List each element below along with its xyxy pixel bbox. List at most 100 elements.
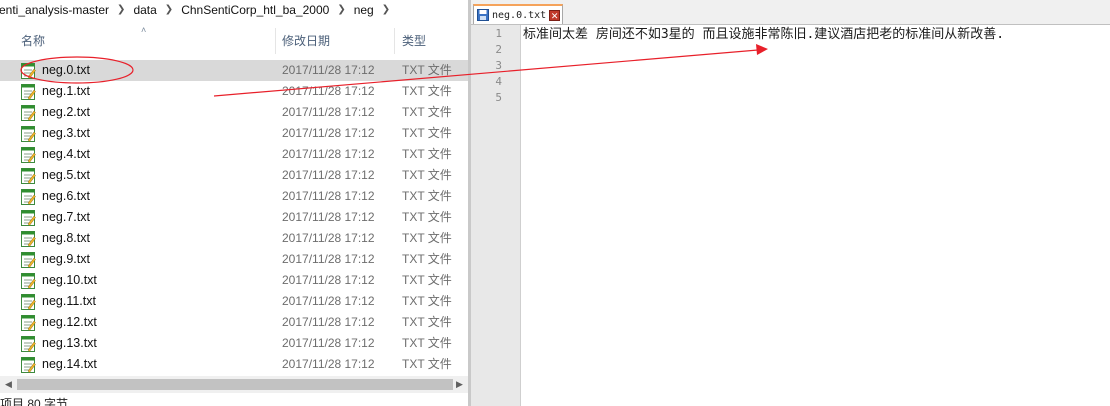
file-name: neg.0.txt [42, 63, 90, 77]
column-header-date[interactable]: 修改日期 [277, 24, 393, 58]
line-number: 1 [495, 27, 502, 40]
txt-file-icon [21, 294, 36, 310]
file-row[interactable]: neg.14.txt 2017/11/28 17:12 TXT 文件 [0, 354, 468, 375]
file-type: TXT 文件 [402, 189, 452, 203]
file-date: 2017/11/28 17:12 [282, 105, 375, 119]
file-date: 2017/11/28 17:12 [282, 294, 375, 308]
file-type: TXT 文件 [402, 252, 452, 266]
file-row[interactable]: neg.8.txt 2017/11/28 17:12 TXT 文件 [0, 228, 468, 249]
file-name: neg.10.txt [42, 273, 97, 287]
file-name: neg.4.txt [42, 147, 90, 161]
txt-file-icon [21, 168, 36, 184]
file-date: 2017/11/28 17:12 [282, 357, 375, 371]
file-date: 2017/11/28 17:12 [282, 315, 375, 329]
file-type: TXT 文件 [402, 168, 452, 182]
txt-file-icon [21, 210, 36, 226]
file-type: TXT 文件 [402, 126, 452, 140]
code-line[interactable]: 标准间太差 房间还不如3星的 而且设施非常陈旧.建议酒店把老的标准间从新改善. [523, 27, 1004, 43]
file-type: TXT 文件 [402, 273, 452, 287]
file-name: neg.7.txt [42, 210, 90, 224]
txt-file-icon [21, 147, 36, 163]
line-number: 4 [495, 75, 502, 88]
txt-file-icon [21, 315, 36, 331]
line-number-gutter: 1 2 3 4 5 [471, 25, 521, 406]
breadcrumb-item-project[interactable]: enti_analysis-master [0, 3, 111, 17]
file-row[interactable]: neg.2.txt 2017/11/28 17:12 TXT 文件 [0, 102, 468, 123]
breadcrumb-item-data[interactable]: data [131, 3, 158, 17]
horizontal-scrollbar[interactable]: ◀ ▶ [0, 376, 468, 393]
txt-file-icon [21, 231, 36, 247]
breadcrumb: enti_analysis-master ❯ data ❯ ChnSentiCo… [0, 0, 468, 19]
file-type: TXT 文件 [402, 63, 452, 77]
scrollbar-thumb[interactable] [17, 379, 453, 390]
status-bar: 项目 80 字节 [0, 396, 468, 406]
scroll-right-icon[interactable]: ▶ [451, 376, 468, 393]
file-row[interactable]: neg.13.txt 2017/11/28 17:12 TXT 文件 [0, 333, 468, 354]
file-row[interactable]: neg.1.txt 2017/11/28 17:12 TXT 文件 [0, 81, 468, 102]
disk-icon [477, 9, 489, 21]
breadcrumb-chevron-icon[interactable]: ❯ [376, 4, 396, 15]
file-type: TXT 文件 [402, 357, 452, 371]
tab-label: neg.0.txt [492, 9, 547, 21]
file-name: neg.5.txt [42, 168, 90, 182]
editor-text-area[interactable]: 标准间太差 房间还不如3星的 而且设施非常陈旧.建议酒店把老的标准间从新改善. [523, 25, 1110, 406]
column-header-row: ˄ 名称 修改日期 类型 [0, 24, 468, 58]
file-type: TXT 文件 [402, 84, 452, 98]
txt-file-icon [21, 189, 36, 205]
txt-file-icon [21, 273, 36, 289]
column-header-type[interactable]: 类型 [397, 24, 467, 58]
file-name: neg.8.txt [42, 231, 90, 245]
txt-file-icon [21, 84, 36, 100]
file-row[interactable]: neg.11.txt 2017/11/28 17:12 TXT 文件 [0, 291, 468, 312]
column-divider[interactable] [394, 28, 395, 54]
file-row[interactable]: neg.3.txt 2017/11/28 17:12 TXT 文件 [0, 123, 468, 144]
status-text: 项目 80 字节 [0, 397, 69, 406]
text-editor-pane: neg.0.txt ✕ 1 2 3 4 5 标准间太差 房间还不如3星的 而且设施非常陈… [468, 0, 1110, 406]
file-date: 2017/11/28 17:12 [282, 147, 375, 161]
file-row[interactable]: neg.4.txt 2017/11/28 17:12 TXT 文件 [0, 144, 468, 165]
file-row[interactable]: neg.9.txt 2017/11/28 17:12 TXT 文件 [0, 249, 468, 270]
file-date: 2017/11/28 17:12 [282, 63, 375, 77]
scroll-left-icon[interactable]: ◀ [0, 376, 17, 393]
txt-file-icon [21, 252, 36, 268]
file-date: 2017/11/28 17:12 [282, 84, 375, 98]
file-name: neg.3.txt [42, 126, 90, 140]
file-date: 2017/11/28 17:12 [282, 336, 375, 350]
tab-strip: neg.0.txt ✕ [471, 0, 1110, 25]
tab-neg-0[interactable]: neg.0.txt ✕ [473, 4, 563, 24]
file-row[interactable]: neg.6.txt 2017/11/28 17:12 TXT 文件 [0, 186, 468, 207]
file-date: 2017/11/28 17:12 [282, 126, 375, 140]
breadcrumb-item-neg[interactable]: neg [352, 3, 376, 17]
breadcrumb-chevron-icon[interactable]: ❯ [331, 4, 351, 15]
file-type: TXT 文件 [402, 315, 452, 329]
txt-file-icon [21, 126, 36, 142]
breadcrumb-chevron-icon[interactable]: ❯ [111, 4, 131, 15]
file-name: neg.6.txt [42, 189, 90, 203]
breadcrumb-item-dataset[interactable]: ChnSentiCorp_htl_ba_2000 [179, 3, 331, 17]
txt-file-icon [21, 105, 36, 121]
file-type: TXT 文件 [402, 294, 452, 308]
file-row[interactable]: neg.12.txt 2017/11/28 17:12 TXT 文件 [0, 312, 468, 333]
file-type: TXT 文件 [402, 336, 452, 350]
file-date: 2017/11/28 17:12 [282, 210, 375, 224]
file-type: TXT 文件 [402, 105, 452, 119]
line-number: 5 [495, 91, 502, 104]
breadcrumb-chevron-icon[interactable]: ❯ [159, 4, 179, 15]
file-row[interactable]: neg.0.txt 2017/11/28 17:12 TXT 文件 [0, 60, 468, 81]
column-header-name[interactable]: 名称 [16, 24, 274, 58]
file-name: neg.13.txt [42, 336, 97, 350]
column-divider[interactable] [275, 28, 276, 54]
file-row[interactable]: neg.5.txt 2017/11/28 17:12 TXT 文件 [0, 165, 468, 186]
file-row[interactable]: neg.10.txt 2017/11/28 17:12 TXT 文件 [0, 270, 468, 291]
file-date: 2017/11/28 17:12 [282, 231, 375, 245]
file-explorer-pane: enti_analysis-master ❯ data ❯ ChnSentiCo… [0, 0, 468, 406]
line-number: 2 [495, 43, 502, 56]
file-date: 2017/11/28 17:12 [282, 273, 375, 287]
file-type: TXT 文件 [402, 231, 452, 245]
file-name: neg.1.txt [42, 84, 90, 98]
file-name: neg.9.txt [42, 252, 90, 266]
file-row[interactable]: neg.7.txt 2017/11/28 17:12 TXT 文件 [0, 207, 468, 228]
file-date: 2017/11/28 17:12 [282, 168, 375, 182]
file-type: TXT 文件 [402, 210, 452, 224]
close-icon[interactable]: ✕ [549, 9, 561, 21]
